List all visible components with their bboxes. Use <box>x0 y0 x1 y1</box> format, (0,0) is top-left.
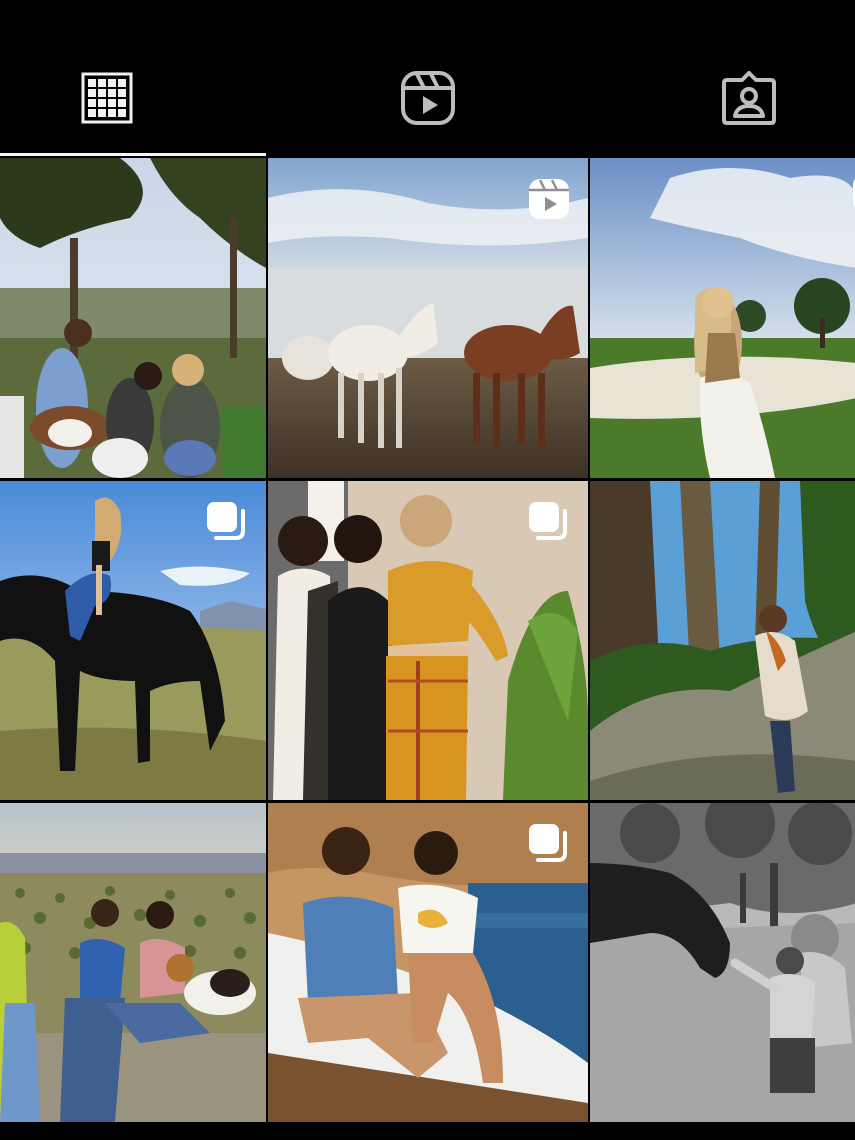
active-tab-indicator <box>0 153 266 156</box>
post-thumbnail[interactable] <box>268 481 588 800</box>
bottom-bar <box>0 1124 855 1140</box>
tab-tagged[interactable] <box>669 40 829 156</box>
post-thumbnail[interactable] <box>0 158 266 478</box>
post-thumbnail[interactable] <box>0 481 266 800</box>
post-image <box>590 481 855 800</box>
carousel-icon <box>529 502 567 540</box>
post-image <box>0 158 266 478</box>
post-thumbnail[interactable] <box>590 481 855 800</box>
tab-posts-grid[interactable] <box>27 40 187 156</box>
post-image <box>0 803 266 1122</box>
post-image <box>590 158 855 478</box>
post-thumbnail[interactable] <box>0 803 266 1122</box>
post-thumbnail[interactable] <box>590 803 855 1122</box>
post-thumbnail[interactable] <box>268 158 588 478</box>
post-image <box>590 803 855 1122</box>
reels-icon <box>401 71 455 125</box>
tab-reels[interactable] <box>348 40 508 156</box>
tagged-icon <box>722 71 776 125</box>
post-thumbnail[interactable] <box>590 158 855 478</box>
profile-screen <box>0 0 855 1140</box>
profile-tab-bar <box>0 0 855 156</box>
reel-icon <box>529 179 569 219</box>
posts-grid <box>0 158 855 1124</box>
grid-icon <box>81 72 133 124</box>
post-thumbnail[interactable] <box>268 803 588 1122</box>
carousel-icon <box>207 502 245 540</box>
carousel-icon <box>529 824 567 862</box>
